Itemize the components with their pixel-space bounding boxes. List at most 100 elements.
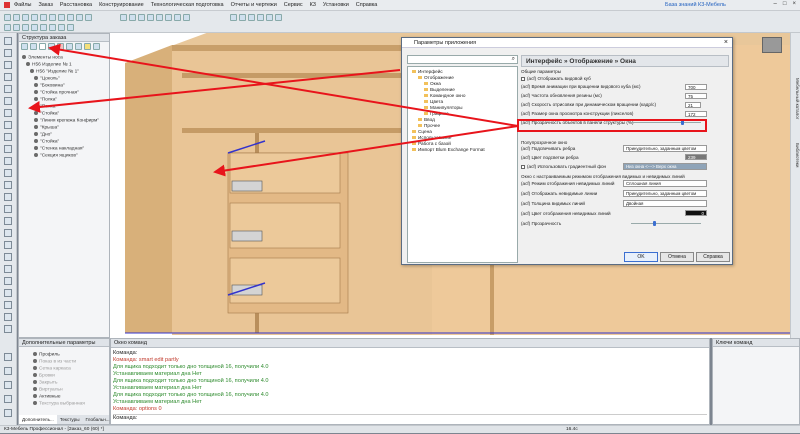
fit-icon[interactable] (156, 14, 163, 21)
tree-item[interactable]: Отображение (418, 75, 454, 80)
chamfer-icon[interactable] (4, 205, 12, 213)
prop-row[interactable]: Активные (33, 394, 61, 399)
tree-item[interactable]: Командное окно (424, 93, 465, 98)
text-icon[interactable] (4, 133, 12, 141)
opacity-slider[interactable] (631, 223, 701, 224)
pan-icon[interactable] (147, 14, 154, 21)
menu-reports[interactable]: Отчеты и чертежи (231, 2, 277, 8)
tree-row[interactable]: "Цоколь" (34, 76, 60, 81)
measure-icon[interactable] (230, 14, 237, 21)
checkbox[interactable] (521, 76, 525, 81)
block-icon[interactable] (4, 301, 12, 309)
dialog-search-input[interactable]: ⌕ (407, 55, 518, 64)
tree-row[interactable]: "Стойка" (34, 111, 59, 116)
prop-row[interactable]: Текстура выбранная (33, 401, 85, 406)
menu-placement[interactable]: Расстановка (60, 2, 92, 8)
tree-item[interactable]: Интерфейс (412, 69, 443, 74)
rect-icon[interactable] (4, 85, 12, 93)
menu-files[interactable]: Файлы (14, 2, 31, 8)
tree-item[interactable]: Использование (412, 135, 452, 140)
copy-icon[interactable] (67, 14, 74, 21)
tree-item[interactable]: Работа с базой (412, 141, 451, 146)
shelf-icon[interactable] (67, 24, 74, 31)
settings-icon[interactable] (4, 353, 12, 361)
edit-icon[interactable] (21, 43, 28, 50)
copy-node-icon[interactable] (66, 43, 73, 50)
view-cube-icon[interactable] (762, 37, 782, 53)
select-icon[interactable] (4, 24, 11, 31)
tree-item[interactable]: Ввод (418, 117, 435, 122)
param-input[interactable]: 700 (685, 84, 707, 90)
mirror-icon[interactable] (22, 24, 29, 31)
close-icon[interactable]: × (792, 1, 796, 7)
structure-search-icon[interactable] (39, 43, 46, 50)
view-icon[interactable] (120, 14, 127, 21)
cursor-icon[interactable] (4, 37, 12, 45)
scale-icon[interactable] (4, 253, 12, 261)
delete-icon[interactable] (85, 14, 92, 21)
add-node-icon[interactable] (75, 43, 82, 50)
dimension-icon[interactable] (4, 145, 12, 153)
knowledge-base-link[interactable]: База знаний К3-Мебель (665, 2, 726, 8)
polyline-icon[interactable] (4, 97, 12, 105)
render-icon[interactable] (275, 14, 282, 21)
search-icon[interactable]: ⌕ (512, 56, 515, 63)
stretch-icon[interactable] (4, 265, 12, 273)
tree-row[interactable]: "Дно" (34, 132, 52, 137)
shade-icon[interactable] (165, 14, 172, 21)
tree-row[interactable]: "Стойка прочная" (34, 90, 79, 95)
tree-row[interactable]: "Секция ящиков" (34, 153, 78, 158)
slider-thumb[interactable] (681, 120, 684, 125)
tree-item-windows[interactable]: Окна (424, 81, 441, 86)
spline-icon[interactable] (4, 109, 12, 117)
cut-icon[interactable] (58, 14, 65, 21)
explode-icon[interactable] (4, 241, 12, 249)
gradient-button[interactable]: Низ окна <---> Верх окна (623, 163, 707, 170)
bulb-icon[interactable] (84, 43, 91, 50)
tree-row[interactable]: "Линия крепежа Конфирм" (34, 118, 99, 123)
tree-row[interactable]: Н56 Изделие № 1 (26, 62, 72, 67)
transparency-slider[interactable] (631, 122, 701, 123)
command-input[interactable]: Команда: (113, 414, 707, 421)
param-input[interactable]: 172 (685, 111, 707, 117)
menu-settings[interactable]: Установки (323, 2, 349, 8)
tree-item[interactable]: Прочее (418, 123, 440, 128)
door-icon[interactable] (49, 24, 56, 31)
undo-icon[interactable] (40, 14, 47, 21)
param-row[interactable]: (асf) Отображать видовой куб (521, 76, 591, 81)
menu-service[interactable]: Сервис (284, 2, 303, 8)
checkbox[interactable] (521, 164, 525, 169)
tree-row[interactable]: Н56 "Изделие № 1" (30, 69, 79, 74)
circle-icon[interactable] (4, 73, 12, 81)
fillet-icon[interactable] (4, 193, 12, 201)
offset-icon[interactable] (4, 181, 12, 189)
properties-icon[interactable] (4, 381, 12, 389)
prop-row[interactable]: Закрыть (33, 380, 57, 385)
tab-global[interactable]: Глобальн... (83, 415, 113, 424)
attribute-icon[interactable] (4, 313, 12, 321)
arc-icon[interactable] (4, 61, 12, 69)
break-icon[interactable] (4, 217, 12, 225)
tab-textures[interactable]: Текстуры (57, 415, 83, 424)
hidden-line-display-select[interactable]: Принудительно, заданным цветом (623, 190, 707, 197)
refresh-icon[interactable] (48, 43, 55, 50)
tree-row[interactable]: "Стойка" (34, 139, 59, 144)
group-icon[interactable] (4, 289, 12, 297)
tree-row[interactable]: "Полка" (34, 97, 57, 102)
prop-row[interactable]: Профиль (33, 352, 60, 357)
opacity-thumb[interactable] (653, 221, 656, 226)
remove-icon[interactable] (57, 43, 64, 50)
new-icon[interactable] (4, 14, 11, 21)
move-icon[interactable] (13, 24, 20, 31)
color-swatch[interactable]: 239 (685, 154, 707, 160)
menu-design[interactable]: Конструирование (99, 2, 144, 8)
open-icon[interactable] (13, 14, 20, 21)
tree-row[interactable]: "Полка" (34, 104, 57, 109)
layers-icon[interactable] (4, 367, 12, 375)
panel-icon[interactable] (40, 24, 47, 31)
minimize-icon[interactable]: – (774, 1, 777, 7)
light-icon[interactable] (257, 14, 264, 21)
dialog-close-icon[interactable]: × (724, 38, 728, 48)
grid-icon[interactable] (248, 14, 255, 21)
prop-row[interactable]: Сетка каркаса (33, 366, 71, 371)
